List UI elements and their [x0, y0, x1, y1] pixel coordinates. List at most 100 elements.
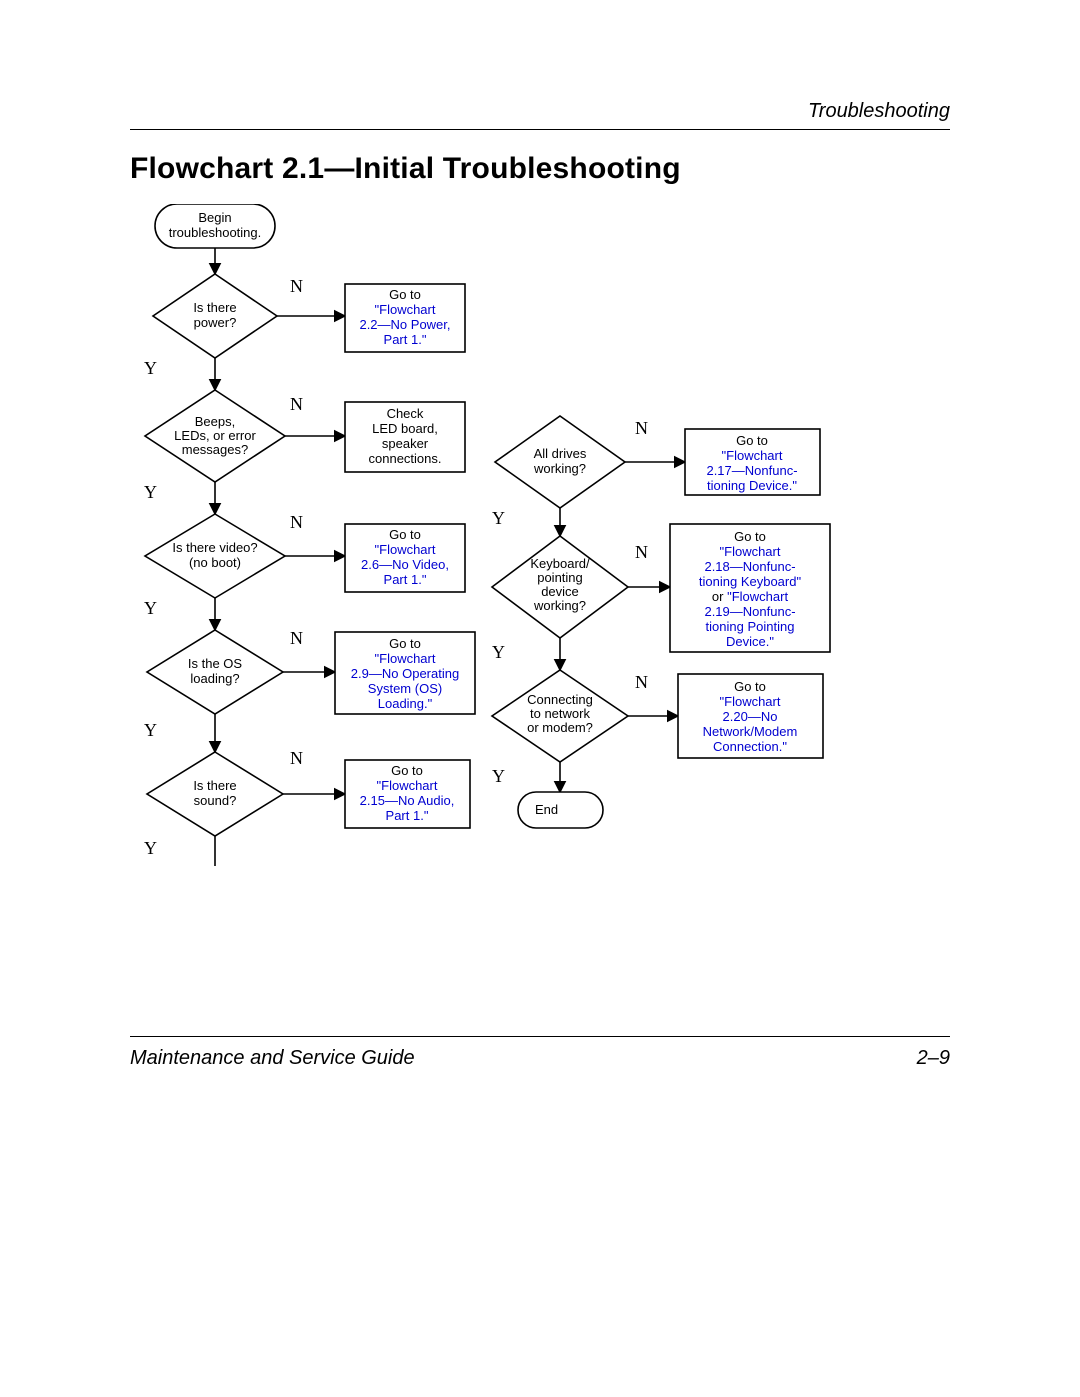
svg-text:Go to: Go to — [391, 763, 423, 778]
svg-text:sound?: sound? — [194, 793, 237, 808]
node-noos[interactable]: Go to "Flowchart 2.9—No Operating System… — [335, 632, 475, 714]
svg-text:(no boot): (no boot) — [189, 555, 241, 570]
node-beeps: Beeps, LEDs, or error messages? — [145, 390, 285, 482]
node-begin: Begin troubleshooting. — [155, 204, 275, 248]
svg-text:messages?: messages? — [182, 442, 248, 457]
svg-text:LEDs, or error: LEDs, or error — [174, 428, 256, 443]
svg-text:troubleshooting.: troubleshooting. — [169, 225, 262, 240]
svg-text:"Flowchart: "Flowchart — [720, 544, 781, 559]
svg-text:tioning Keyboard": tioning Keyboard" — [699, 574, 802, 589]
svg-text:2.9—No Operating: 2.9—No Operating — [351, 666, 459, 681]
node-novideo[interactable]: Go to "Flowchart 2.6—No Video, Part 1." — [345, 524, 465, 592]
svg-text:device: device — [541, 584, 579, 599]
svg-text:Go to: Go to — [736, 433, 768, 448]
svg-text:"Flowchart: "Flowchart — [377, 778, 438, 793]
svg-text:Go to: Go to — [734, 529, 766, 544]
node-os: Is the OS loading? — [147, 630, 283, 714]
edge-power-no: N — [290, 276, 303, 296]
svg-text:connections.: connections. — [369, 451, 442, 466]
node-noaudio[interactable]: Go to "Flowchart 2.15—No Audio, Part 1." — [345, 760, 470, 828]
svg-text:Go to: Go to — [389, 527, 421, 542]
edge-video-yes: Y — [144, 598, 157, 618]
svg-text:Keyboard/: Keyboard/ — [530, 556, 590, 571]
svg-text:Go to: Go to — [389, 636, 421, 651]
svg-text:All drives: All drives — [534, 446, 587, 461]
svg-text:"Flowchart: "Flowchart — [375, 542, 436, 557]
section-header: Troubleshooting — [130, 100, 950, 129]
edge-beeps-no: N — [290, 394, 303, 414]
edge-kbd-yes: Y — [492, 642, 505, 662]
rule-bottom: Maintenance and Service Guide 2–9 — [130, 1036, 950, 1070]
svg-text:power?: power? — [194, 315, 237, 330]
svg-text:Part 1.": Part 1." — [386, 808, 429, 823]
svg-text:Is the OS: Is the OS — [188, 656, 243, 671]
node-video: Is there video? (no boot) — [145, 514, 285, 598]
edge-net-no: N — [635, 672, 648, 692]
svg-text:or "Flowchart: or "Flowchart — [712, 589, 789, 604]
svg-text:2.6—No Video,: 2.6—No Video, — [361, 557, 449, 572]
svg-text:End: End — [535, 802, 558, 817]
svg-text:working?: working? — [533, 598, 586, 613]
node-net: Connecting to network or modem? — [492, 670, 628, 762]
svg-text:tioning Device.": tioning Device." — [707, 478, 797, 493]
svg-text:Beeps,: Beeps, — [195, 414, 235, 429]
svg-text:Connecting: Connecting — [527, 692, 593, 707]
node-checkled: Check LED board, speaker connections. — [345, 402, 465, 472]
svg-text:Go to: Go to — [734, 679, 766, 694]
svg-text:Begin: Begin — [198, 210, 231, 225]
svg-text:Part 1.": Part 1." — [384, 332, 427, 347]
edge-kbd-no: N — [635, 542, 648, 562]
svg-text:Is there: Is there — [193, 778, 236, 793]
svg-text:speaker: speaker — [382, 436, 429, 451]
edge-drives-yes: Y — [492, 508, 505, 528]
svg-text:Loading.": Loading." — [378, 696, 433, 711]
svg-text:2.15—No Audio,: 2.15—No Audio, — [360, 793, 455, 808]
svg-text:Network/Modem: Network/Modem — [703, 724, 798, 739]
edge-video-no: N — [290, 512, 303, 532]
rule-top — [130, 129, 950, 130]
page-title: Flowchart 2.1—Initial Troubleshooting — [130, 152, 950, 186]
svg-text:"Flowchart: "Flowchart — [375, 651, 436, 666]
svg-text:System (OS): System (OS) — [368, 681, 442, 696]
svg-text:pointing: pointing — [537, 570, 583, 585]
flowchart-svg: Begin troubleshooting. Is there power? N… — [130, 204, 870, 1024]
svg-text:Go to: Go to — [389, 287, 421, 302]
svg-text:loading?: loading? — [190, 671, 239, 686]
node-power: Is there power? — [153, 274, 277, 358]
node-nfdev[interactable]: Go to "Flowchart 2.17—Nonfunc- tioning D… — [685, 429, 820, 495]
edge-drives-no: N — [635, 418, 648, 438]
node-sound: Is there sound? — [147, 752, 283, 836]
svg-text:tioning Pointing: tioning Pointing — [706, 619, 795, 634]
edge-sound-yes: Y — [144, 838, 157, 858]
svg-text:LED board,: LED board, — [372, 421, 438, 436]
svg-text:Is there: Is there — [193, 300, 236, 315]
svg-text:2.2—No Power,: 2.2—No Power, — [359, 317, 450, 332]
edge-os-yes: Y — [144, 720, 157, 740]
node-nopower[interactable]: Go to "Flowchart 2.2—No Power, Part 1." — [345, 284, 465, 352]
edge-beeps-yes: Y — [144, 482, 157, 502]
edge-net-yes: Y — [492, 766, 505, 786]
svg-text:or modem?: or modem? — [527, 720, 593, 735]
footer-left: Maintenance and Service Guide — [130, 1047, 415, 1070]
svg-text:2.18—Nonfunc-: 2.18—Nonfunc- — [704, 559, 795, 574]
node-nfkbd[interactable]: Go to "Flowchart 2.18—Nonfunc- tioning K… — [670, 524, 830, 652]
edge-os-no: N — [290, 628, 303, 648]
svg-text:"Flowchart: "Flowchart — [375, 302, 436, 317]
node-end: End — [518, 792, 603, 828]
node-drives: All drives working? — [495, 416, 625, 508]
svg-text:Check: Check — [387, 406, 424, 421]
node-nomodem[interactable]: Go to "Flowchart 2.20—No Network/Modem C… — [678, 674, 823, 758]
svg-text:2.19—Nonfunc-: 2.19—Nonfunc- — [704, 604, 795, 619]
edge-sound-no: N — [290, 748, 303, 768]
svg-text:Connection.": Connection." — [713, 739, 787, 754]
footer-right: 2–9 — [917, 1047, 950, 1070]
svg-text:2.20—No: 2.20—No — [723, 709, 778, 724]
svg-text:Device.": Device." — [726, 634, 774, 649]
svg-text:"Flowchart: "Flowchart — [720, 694, 781, 709]
svg-text:Is there video?: Is there video? — [172, 540, 257, 555]
svg-text:working?: working? — [533, 461, 586, 476]
svg-text:to network: to network — [530, 706, 590, 721]
svg-text:Part 1.": Part 1." — [384, 572, 427, 587]
svg-text:2.17—Nonfunc-: 2.17—Nonfunc- — [706, 463, 797, 478]
edge-power-yes: Y — [144, 358, 157, 378]
